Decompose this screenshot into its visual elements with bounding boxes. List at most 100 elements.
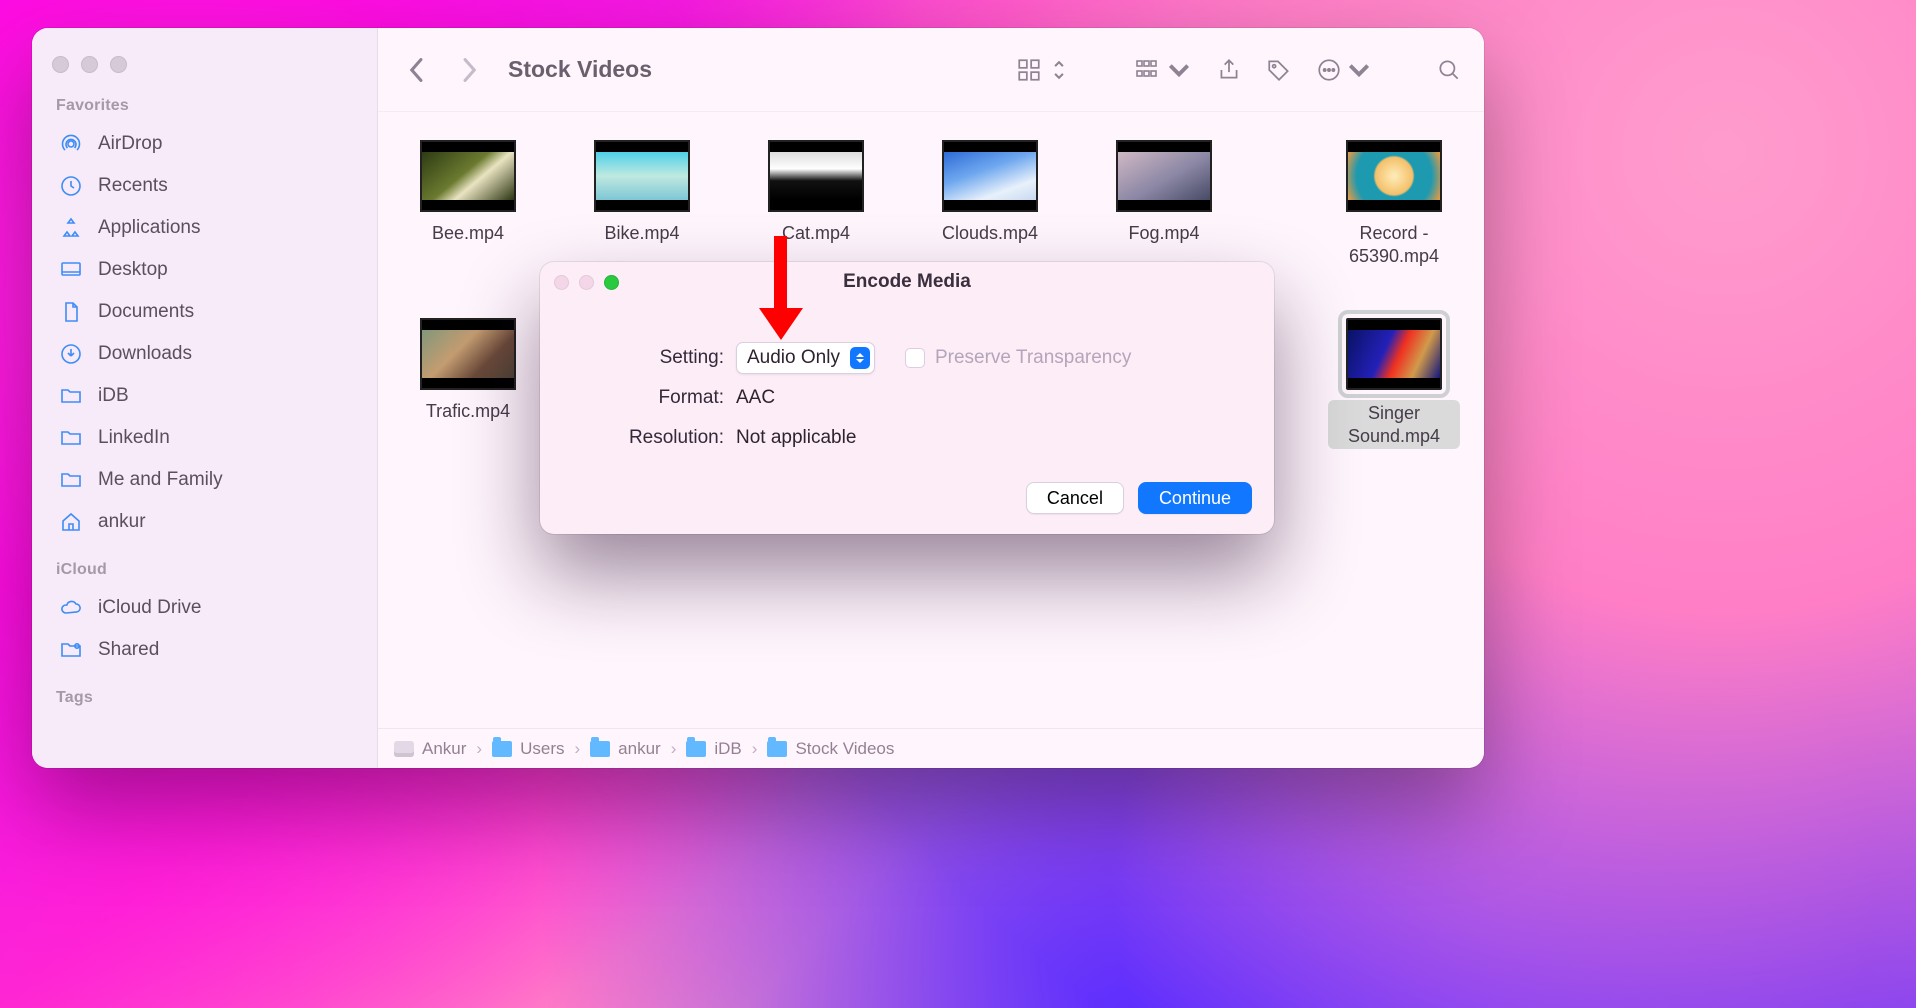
setting-dropdown[interactable]: Audio Only (736, 342, 875, 374)
sidebar-item-label: Me and Family (98, 469, 223, 491)
sidebar-item-shared[interactable]: Shared (48, 629, 365, 671)
sidebar-item-label: iCloud Drive (98, 597, 201, 619)
sidebar-item-label: Recents (98, 175, 168, 197)
dialog-header: Encode Media (540, 262, 1274, 302)
file-item[interactable]: Trafic.mp4 (402, 318, 534, 423)
path-label: Stock Videos (795, 739, 894, 759)
zoom-window-button[interactable] (110, 56, 127, 73)
resolution-value: Not applicable (736, 427, 856, 449)
path-label: iDB (714, 739, 741, 759)
dialog-footer: Cancel Continue (540, 482, 1274, 534)
share-button[interactable] (1216, 57, 1242, 83)
folder-icon (58, 384, 84, 408)
window-title: Stock Videos (508, 56, 652, 83)
window-traffic-lights (48, 42, 365, 85)
file-name: Bike.mp4 (604, 222, 679, 245)
sidebar-section-tags: Tags (56, 689, 365, 707)
dialog-body: Setting: Audio Only Preserve Transparenc… (540, 302, 1274, 482)
sidebar-item-label: ankur (98, 511, 146, 533)
path-segment[interactable]: Ankur (394, 739, 466, 759)
disk-icon (394, 741, 414, 757)
sidebar-item-applications[interactable]: Applications (48, 207, 365, 249)
path-label: Users (520, 739, 564, 759)
folder-icon (492, 741, 512, 757)
sidebar-item-label: AirDrop (98, 133, 162, 155)
path-label: Ankur (422, 739, 466, 759)
setting-label: Setting: (604, 347, 724, 369)
folder-icon (686, 741, 706, 757)
dialog-close-button[interactable] (554, 275, 569, 290)
sidebar-item-documents[interactable]: Documents (48, 291, 365, 333)
folder-icon (590, 741, 610, 757)
file-name: Record - 65390.mp4 (1328, 222, 1460, 267)
continue-button[interactable]: Continue (1138, 482, 1252, 514)
file-item-selected[interactable]: Singer Sound.mp4 (1328, 318, 1460, 449)
sidebar-item-label: LinkedIn (98, 427, 170, 449)
file-item[interactable]: Bee.mp4 (402, 140, 534, 245)
sidebar-item-label: Documents (98, 301, 194, 323)
dialog-zoom-button[interactable] (604, 275, 619, 290)
file-name: Trafic.mp4 (426, 400, 510, 423)
clock-icon (58, 174, 84, 198)
path-label: ankur (618, 739, 661, 759)
sidebar-item-label: Applications (98, 217, 200, 239)
desktop-icon (58, 258, 84, 282)
file-name: Clouds.mp4 (942, 222, 1038, 245)
checkbox-icon (905, 348, 925, 368)
sidebar-item-idb[interactable]: iDB (48, 375, 365, 417)
search-button[interactable] (1436, 57, 1462, 83)
group-by-button[interactable] (1136, 57, 1192, 83)
sidebar-item-icloud-drive[interactable]: iCloud Drive (48, 587, 365, 629)
format-value: AAC (736, 387, 775, 409)
preserve-transparency-option[interactable]: Preserve Transparency (905, 347, 1131, 369)
sidebar-item-me-and-family[interactable]: Me and Family (48, 459, 365, 501)
file-item[interactable]: Clouds.mp4 (924, 140, 1056, 245)
folder-icon (767, 741, 787, 757)
dialog-minimize-button[interactable] (579, 275, 594, 290)
sidebar-item-downloads[interactable]: Downloads (48, 333, 365, 375)
folder-icon (58, 426, 84, 450)
resolution-label: Resolution: (604, 427, 724, 449)
file-item[interactable]: Bike.mp4 (576, 140, 708, 245)
airdrop-icon (58, 132, 84, 156)
tags-button[interactable] (1266, 57, 1292, 83)
sidebar-section-favorites: Favorites (56, 97, 365, 115)
sidebar-item-recents[interactable]: Recents (48, 165, 365, 207)
sidebar-item-label: iDB (98, 385, 129, 407)
sidebar-item-linkedin[interactable]: LinkedIn (48, 417, 365, 459)
sidebar-item-label: Shared (98, 639, 159, 661)
setting-value: Audio Only (747, 347, 840, 369)
format-label: Format: (604, 387, 724, 409)
more-actions-button[interactable] (1316, 57, 1372, 83)
sidebar-item-label: Desktop (98, 259, 168, 281)
file-name: Bee.mp4 (432, 222, 504, 245)
close-window-button[interactable] (52, 56, 69, 73)
sidebar-item-desktop[interactable]: Desktop (48, 249, 365, 291)
path-segment[interactable]: Users (492, 739, 564, 759)
toolbar: Stock Videos (378, 28, 1484, 112)
sidebar-item-ankur[interactable]: ankur (48, 501, 365, 543)
applications-icon (58, 216, 84, 240)
sidebar-item-label: Downloads (98, 343, 192, 365)
minimize-window-button[interactable] (81, 56, 98, 73)
preserve-transparency-label: Preserve Transparency (935, 347, 1131, 369)
view-mode-button[interactable] (1016, 57, 1072, 83)
forward-button[interactable] (452, 53, 486, 87)
file-name: Singer Sound.mp4 (1328, 400, 1460, 449)
path-segment[interactable]: Stock Videos (767, 739, 894, 759)
file-item[interactable]: Record - 65390.mp4 (1328, 140, 1460, 267)
sidebar-item-airdrop[interactable]: AirDrop (48, 123, 365, 165)
sidebar: Favorites AirDrop Recents Applications D… (32, 28, 378, 768)
back-button[interactable] (400, 53, 434, 87)
dialog-title: Encode Media (540, 271, 1274, 293)
path-segment[interactable]: ankur (590, 739, 661, 759)
file-item[interactable]: Cat.mp4 (750, 140, 882, 245)
document-icon (58, 300, 84, 324)
cloud-icon (58, 596, 84, 620)
shared-folder-icon (58, 638, 84, 662)
file-item[interactable]: Fog.mp4 (1098, 140, 1230, 245)
path-segment[interactable]: iDB (686, 739, 741, 759)
path-bar: Ankur› Users› ankur› iDB› Stock Videos (378, 728, 1484, 768)
cancel-button[interactable]: Cancel (1026, 482, 1124, 514)
file-name: Fog.mp4 (1128, 222, 1199, 245)
